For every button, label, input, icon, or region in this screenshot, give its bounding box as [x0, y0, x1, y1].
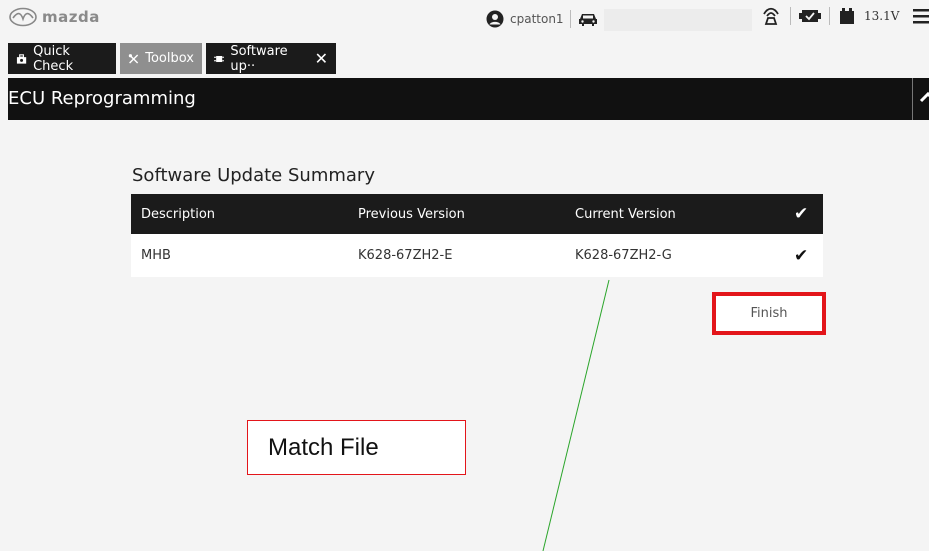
callout-label: Match File: [268, 433, 379, 461]
match-file-callout: Match File: [247, 420, 466, 475]
